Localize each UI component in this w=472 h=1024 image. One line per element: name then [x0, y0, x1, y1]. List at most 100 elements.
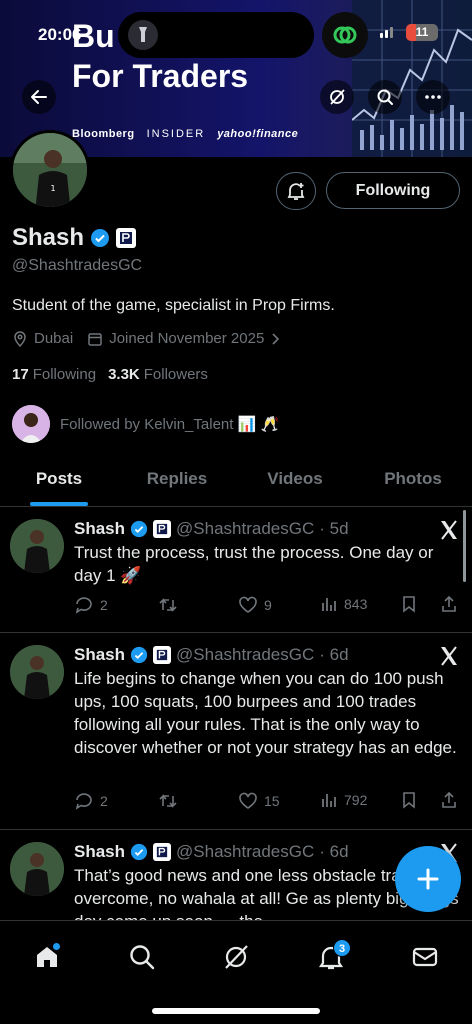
home-unread-dot [53, 943, 60, 950]
bloomberg-logo: Bloomberg [72, 128, 135, 140]
tab-videos[interactable]: Videos [236, 455, 354, 506]
back-button[interactable] [22, 80, 56, 114]
cellular-signal-icon [380, 27, 393, 38]
home-indicator[interactable] [152, 1008, 320, 1014]
reply-button[interactable]: 2 [74, 595, 108, 615]
repost-icon [159, 794, 177, 808]
nav-home[interactable] [27, 937, 67, 977]
profile-avatar[interactable]: 1 [10, 130, 90, 210]
nav-grok[interactable] [216, 937, 256, 977]
flashlight-icon [128, 20, 158, 50]
tweet-avatar[interactable] [10, 645, 64, 699]
envelope-icon [412, 947, 438, 967]
tab-photos[interactable]: Photos [354, 455, 472, 506]
bookmark-button[interactable] [400, 791, 418, 809]
followed-by-row[interactable]: Followed by Kelvin_Talent 📊 🥂 [12, 405, 279, 443]
affiliate-badge-icon[interactable] [116, 228, 137, 248]
profile-joined-date: Joined November 2025 [109, 330, 265, 347]
heart-icon [239, 792, 257, 809]
repost-button[interactable] [158, 595, 178, 615]
views-button[interactable]: 843 [320, 595, 367, 613]
view-count: 792 [344, 792, 368, 808]
bookmark-icon [403, 792, 415, 809]
tweet[interactable]: Shash @ShashtradesGC · 6d Life begins to… [0, 633, 472, 830]
like-button[interactable]: 15 [238, 791, 280, 811]
bell-plus-icon [287, 183, 305, 200]
profile-bio: Student of the game, specialist in Prop … [12, 297, 335, 314]
battery-level: 11 [415, 25, 429, 39]
tweet-header: Shash @ShashtradesGC · 6d [74, 842, 349, 862]
affiliate-badge-icon [153, 843, 172, 861]
arrow-left-icon [31, 90, 47, 104]
like-button[interactable]: 9 [238, 595, 272, 615]
search-button[interactable] [368, 80, 402, 114]
tweet-avatar[interactable] [10, 519, 64, 573]
tweet-header: Shash @ShashtradesGC · 6d [74, 645, 349, 665]
reply-count: 2 [100, 793, 108, 809]
grok-button[interactable] [320, 80, 354, 114]
tweet-actions: 2 15 792 [74, 791, 464, 815]
affiliate-badge-icon [153, 520, 172, 538]
tweet-author-name[interactable]: Shash [74, 519, 125, 539]
tweet-header: Shash @ShashtradesGC · 5d [74, 519, 349, 539]
chevron-right-icon[interactable] [270, 332, 280, 346]
views-chart-icon [322, 598, 336, 611]
nav-search[interactable] [122, 937, 162, 977]
plus-icon [417, 868, 439, 890]
more-dots-icon [425, 95, 441, 99]
tweet-author-name[interactable]: Shash [74, 645, 125, 665]
profile-location: Dubai [34, 330, 74, 347]
tweet-author-handle[interactable]: @ShashtradesGC [176, 645, 314, 665]
follow-stats: 17 Following 3.3K Followers [12, 366, 208, 383]
following-button[interactable]: Following [326, 172, 460, 209]
tweet-author-name[interactable]: Shash [74, 842, 125, 862]
scrollbar[interactable] [463, 510, 466, 582]
like-count: 9 [264, 597, 272, 613]
repost-icon [159, 598, 177, 612]
compose-post-button[interactable] [395, 846, 461, 912]
view-count: 843 [344, 596, 368, 612]
share-icon [442, 595, 456, 612]
share-button[interactable] [440, 791, 458, 809]
tweet-actions: 2 9 843 [74, 595, 464, 619]
tab-replies[interactable]: Replies [118, 455, 236, 506]
nav-messages[interactable] [405, 937, 445, 977]
bookmark-button[interactable] [400, 595, 418, 613]
tweet-time: · 5d [319, 519, 349, 538]
views-button[interactable]: 792 [320, 791, 367, 809]
notifications-subscribe-button[interactable] [276, 172, 316, 210]
notifications-badge: 3 [333, 939, 351, 957]
profile-tabs: Posts Replies Videos Photos [0, 455, 472, 507]
svg-text:1: 1 [50, 184, 55, 193]
search-icon [377, 89, 393, 105]
more-options-button[interactable] [416, 80, 450, 114]
grok-icon [330, 89, 345, 105]
followed-by-text: Followed by Kelvin_Talent 📊 🥂 [60, 416, 280, 433]
nav-notifications[interactable]: 3 [311, 937, 351, 977]
tweet-avatar[interactable] [10, 842, 64, 896]
tweet-author-handle[interactable]: @ShashtradesGC [176, 519, 314, 539]
reply-button[interactable]: 2 [74, 791, 108, 811]
battery-icon: 11 [406, 24, 438, 41]
tab-posts[interactable]: Posts [0, 455, 118, 506]
linked-app-icon[interactable] [322, 12, 368, 58]
repost-button[interactable] [158, 791, 178, 811]
x-logo-icon [441, 646, 457, 666]
banner-headline: For Traders [72, 58, 249, 94]
share-button[interactable] [440, 595, 458, 613]
tweet-author-handle[interactable]: @ShashtradesGC [176, 842, 314, 862]
dynamic-island[interactable] [118, 12, 314, 58]
profile-meta: Dubai Joined November 2025 [12, 330, 280, 347]
reply-count: 2 [100, 597, 108, 613]
verified-badge-icon [130, 646, 148, 664]
tweet-text: Trust the process, trust the process. On… [74, 543, 434, 585]
tweet-text: Life begins to change when you can do 10… [74, 669, 457, 757]
followers-stat[interactable]: 3.3K Followers [108, 366, 208, 383]
grok-icon [225, 945, 248, 969]
profile-handle: @ShashtradesGC [12, 257, 143, 274]
bookmark-icon [403, 596, 415, 613]
following-stat[interactable]: 17 Following [12, 366, 96, 383]
views-chart-icon [322, 794, 336, 807]
tweet[interactable]: Shash @ShashtradesGC · 5d Trust the proc… [0, 507, 472, 633]
profile-name-row: Shash [12, 224, 137, 252]
